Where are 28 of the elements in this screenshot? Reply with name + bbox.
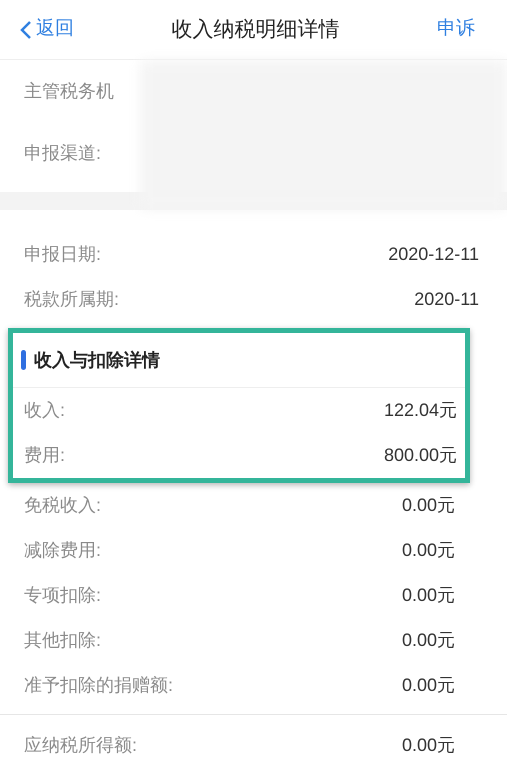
field-value: 0.00元 <box>402 494 455 517</box>
field-value: 122.04元 <box>384 399 457 422</box>
field-label: 准予扣除的捐赠额: <box>24 674 174 697</box>
field-value: 0.00元 <box>402 539 455 562</box>
field-label: 专项扣除: <box>24 584 102 607</box>
field-value: 2020-11 <box>414 288 479 311</box>
field-label: 减除费用: <box>24 539 102 562</box>
field-label: 申报日期: <box>24 243 102 266</box>
field-label: 免税收入: <box>24 494 102 517</box>
field-value: 800.00元 <box>384 444 457 467</box>
back-button[interactable]: 返回 <box>20 15 74 44</box>
field-label: 收入: <box>24 399 66 422</box>
field-label: 费用: <box>24 444 66 467</box>
field-label: 主管税务机 <box>24 80 114 102</box>
field-value: 0.00元 <box>402 584 455 607</box>
field-value: 0.00元 <box>402 734 455 757</box>
page-title: 收入纳税明细详情 <box>172 16 340 43</box>
field-label: 其他扣除: <box>24 629 102 652</box>
field-value: 0.00元 <box>402 629 455 652</box>
field-label: 应纳税所得额: <box>24 734 138 757</box>
section-title: 收入与扣除详情 <box>34 348 160 372</box>
appeal-button[interactable]: 申诉 <box>437 15 487 44</box>
field-value: 0.00元 <box>402 674 455 697</box>
chevron-left-icon <box>20 20 32 40</box>
accent-bar <box>21 350 26 370</box>
field-label: 申报渠道: <box>24 142 102 164</box>
field-label: 税款所属期: <box>24 288 120 311</box>
field-value: 2020-12-11 <box>388 243 479 266</box>
